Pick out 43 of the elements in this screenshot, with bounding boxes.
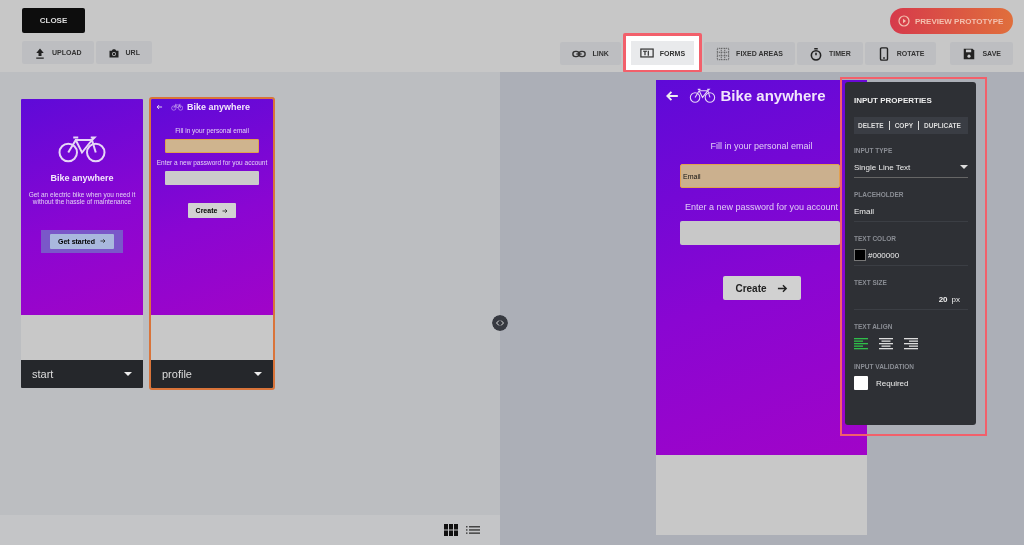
close-button[interactable]: CLOSE: [22, 8, 85, 33]
play-icon: [898, 15, 910, 27]
align-left-icon[interactable]: [854, 338, 868, 350]
input-type-dropdown[interactable]: Single Line Text: [854, 157, 968, 178]
checkbox-label: Required: [876, 378, 909, 388]
arrow-right-icon: [776, 282, 788, 294]
caret-icon: [960, 165, 968, 169]
dotted-grid-icon: [716, 46, 731, 61]
color-value[interactable]: #000000: [868, 250, 900, 260]
text-field[interactable]: [165, 171, 259, 185]
app-title: Bike anywhere: [187, 102, 251, 112]
placeholder-field[interactable]: Email: [854, 201, 968, 222]
grid-view-icon[interactable]: [444, 524, 458, 536]
bicycle-icon: [170, 102, 184, 112]
color-swatch[interactable]: [854, 249, 866, 261]
field-label: Enter a new password for you account: [684, 202, 839, 212]
caret-icon: [254, 372, 262, 376]
bicycle-icon: [689, 88, 717, 103]
camera-icon: [107, 46, 120, 59]
upload-icon: [34, 46, 46, 59]
field-label: Fill in your personal email: [710, 141, 813, 151]
back-arrow-icon[interactable]: [156, 103, 163, 111]
screen-name: start: [32, 368, 55, 380]
align-right-icon[interactable]: [904, 338, 918, 350]
unit-label: px: [951, 294, 960, 304]
panel-title: INPUT PROPERTIES: [854, 96, 933, 105]
arrow-right-icon: [222, 207, 229, 214]
caret-icon: [124, 372, 132, 376]
save-icon: [962, 46, 977, 61]
app-title: Bike anywhere: [720, 87, 826, 104]
screen-name: profile: [162, 368, 193, 380]
create-button[interactable]: Create: [722, 276, 801, 300]
text-field-icon: [639, 46, 654, 60]
text-size-value[interactable]: 20: [938, 294, 948, 304]
checkbox[interactable]: [854, 376, 868, 390]
stopwatch-icon: [808, 46, 823, 61]
bicycle-icon: [57, 135, 107, 163]
text-field[interactable]: [165, 139, 259, 153]
list-view-icon[interactable]: [466, 525, 480, 535]
align-center-icon[interactable]: [879, 338, 893, 350]
app-title: Bike anywhere: [50, 172, 114, 183]
text-field[interactable]: [680, 221, 840, 245]
arrow-right-icon: [100, 238, 106, 244]
